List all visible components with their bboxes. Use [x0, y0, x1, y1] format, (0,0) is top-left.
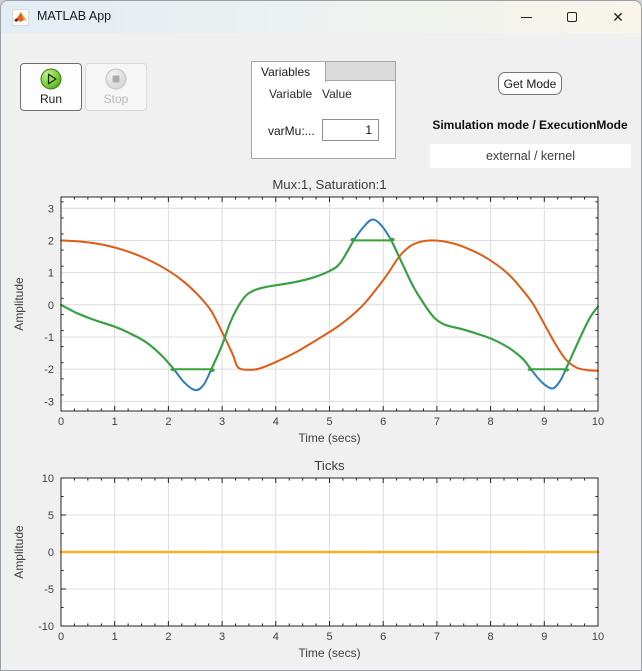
get-mode-button[interactable]: Get Mode	[498, 72, 562, 95]
y-tick-label: -3	[44, 396, 54, 408]
x-tick-label: 2	[165, 416, 171, 428]
y-tick-label: 0	[48, 547, 54, 559]
x-tick-label: 3	[219, 416, 225, 428]
y-tick-label: 3	[48, 203, 54, 215]
stop-label: Stop	[104, 92, 129, 106]
x-tick-label: 0	[58, 631, 64, 643]
x-tick-label: 1	[112, 416, 118, 428]
x-tick-label: 6	[380, 631, 386, 643]
minimize-icon	[521, 17, 532, 18]
variables-tab[interactable]: Variables	[251, 61, 326, 82]
matlab-app-window: MATLAB App ✕ Run	[0, 0, 642, 671]
y-tick-label: 1	[48, 268, 54, 280]
window-title: MATLAB App	[37, 9, 111, 23]
column-header-variable: Variable	[269, 87, 312, 101]
x-tick-label: 5	[326, 631, 332, 643]
y-axis-label: Amplitude	[12, 277, 26, 331]
column-header-value: Value	[322, 87, 352, 101]
y-tick-label: 10	[42, 473, 54, 485]
x-tick-label: 7	[434, 416, 440, 428]
table-row: varMu:...	[252, 119, 395, 143]
run-button[interactable]: Run	[20, 63, 82, 111]
variable-value-input[interactable]	[322, 119, 379, 141]
y-tick-label: -10	[38, 621, 54, 633]
window-controls: ✕	[503, 1, 641, 33]
x-axis-label: Time (secs)	[298, 431, 360, 445]
stop-button[interactable]: Stop	[85, 63, 147, 111]
x-axis-label: Time (secs)	[298, 646, 360, 660]
x-tick-label: 5	[326, 416, 332, 428]
title-bar: MATLAB App ✕	[1, 1, 641, 33]
x-tick-label: 8	[488, 416, 494, 428]
x-tick-label: 1	[112, 631, 118, 643]
y-tick-label: 2	[48, 235, 54, 247]
minimize-button[interactable]	[503, 1, 549, 33]
y-tick-label: 5	[48, 510, 54, 522]
x-tick-label: 4	[273, 631, 279, 643]
run-label: Run	[40, 92, 62, 106]
x-tick-label: 9	[541, 416, 547, 428]
y-tick-label: -2	[44, 364, 54, 376]
x-tick-label: 3	[219, 631, 225, 643]
x-tick-label: 8	[488, 631, 494, 643]
ticks-plot: 0 1 2 3 4 5 6 7 8 9 10 -10 -5 0 5 10 Ticks Time (secs) Amp…	[1, 461, 642, 671]
variables-panel: Variables Variable Value varMu:...	[251, 61, 396, 159]
x-tick-label: 9	[541, 631, 547, 643]
chart-title: Ticks	[314, 461, 345, 473]
y-tick-label: -1	[44, 332, 54, 344]
x-tick-label: 2	[165, 631, 171, 643]
play-icon	[40, 68, 62, 90]
x-tick-label: 0	[58, 416, 64, 428]
x-tick-label: 7	[434, 631, 440, 643]
close-button[interactable]: ✕	[595, 1, 641, 33]
y-axis-label: Amplitude	[12, 525, 26, 579]
mux-saturation-plot: 0 1 2 3 4 5 6 7 8 9 10 -3 -2 -1 0 1 2 3 Mux:1, Saturation:…	[1, 179, 642, 451]
maximize-button[interactable]	[549, 1, 595, 33]
variable-name: varMu:...	[268, 124, 315, 138]
y-tick-label: 0	[48, 300, 54, 312]
stop-icon	[105, 68, 127, 90]
matlab-icon	[12, 9, 29, 26]
mode-value: external / kernel	[430, 144, 631, 168]
mode-heading: Simulation mode / ExecutionMode	[419, 118, 641, 132]
y-tick-label: -5	[44, 584, 54, 596]
chart-title: Mux:1, Saturation:1	[272, 179, 386, 192]
x-tick-label: 6	[380, 416, 386, 428]
x-tick-label: 4	[273, 416, 279, 428]
close-icon: ✕	[612, 10, 624, 24]
variables-table: Variable Value varMu:...	[251, 81, 396, 159]
maximize-icon	[567, 12, 577, 22]
x-tick-label: 10	[592, 631, 604, 643]
x-tick-label: 10	[592, 416, 604, 428]
